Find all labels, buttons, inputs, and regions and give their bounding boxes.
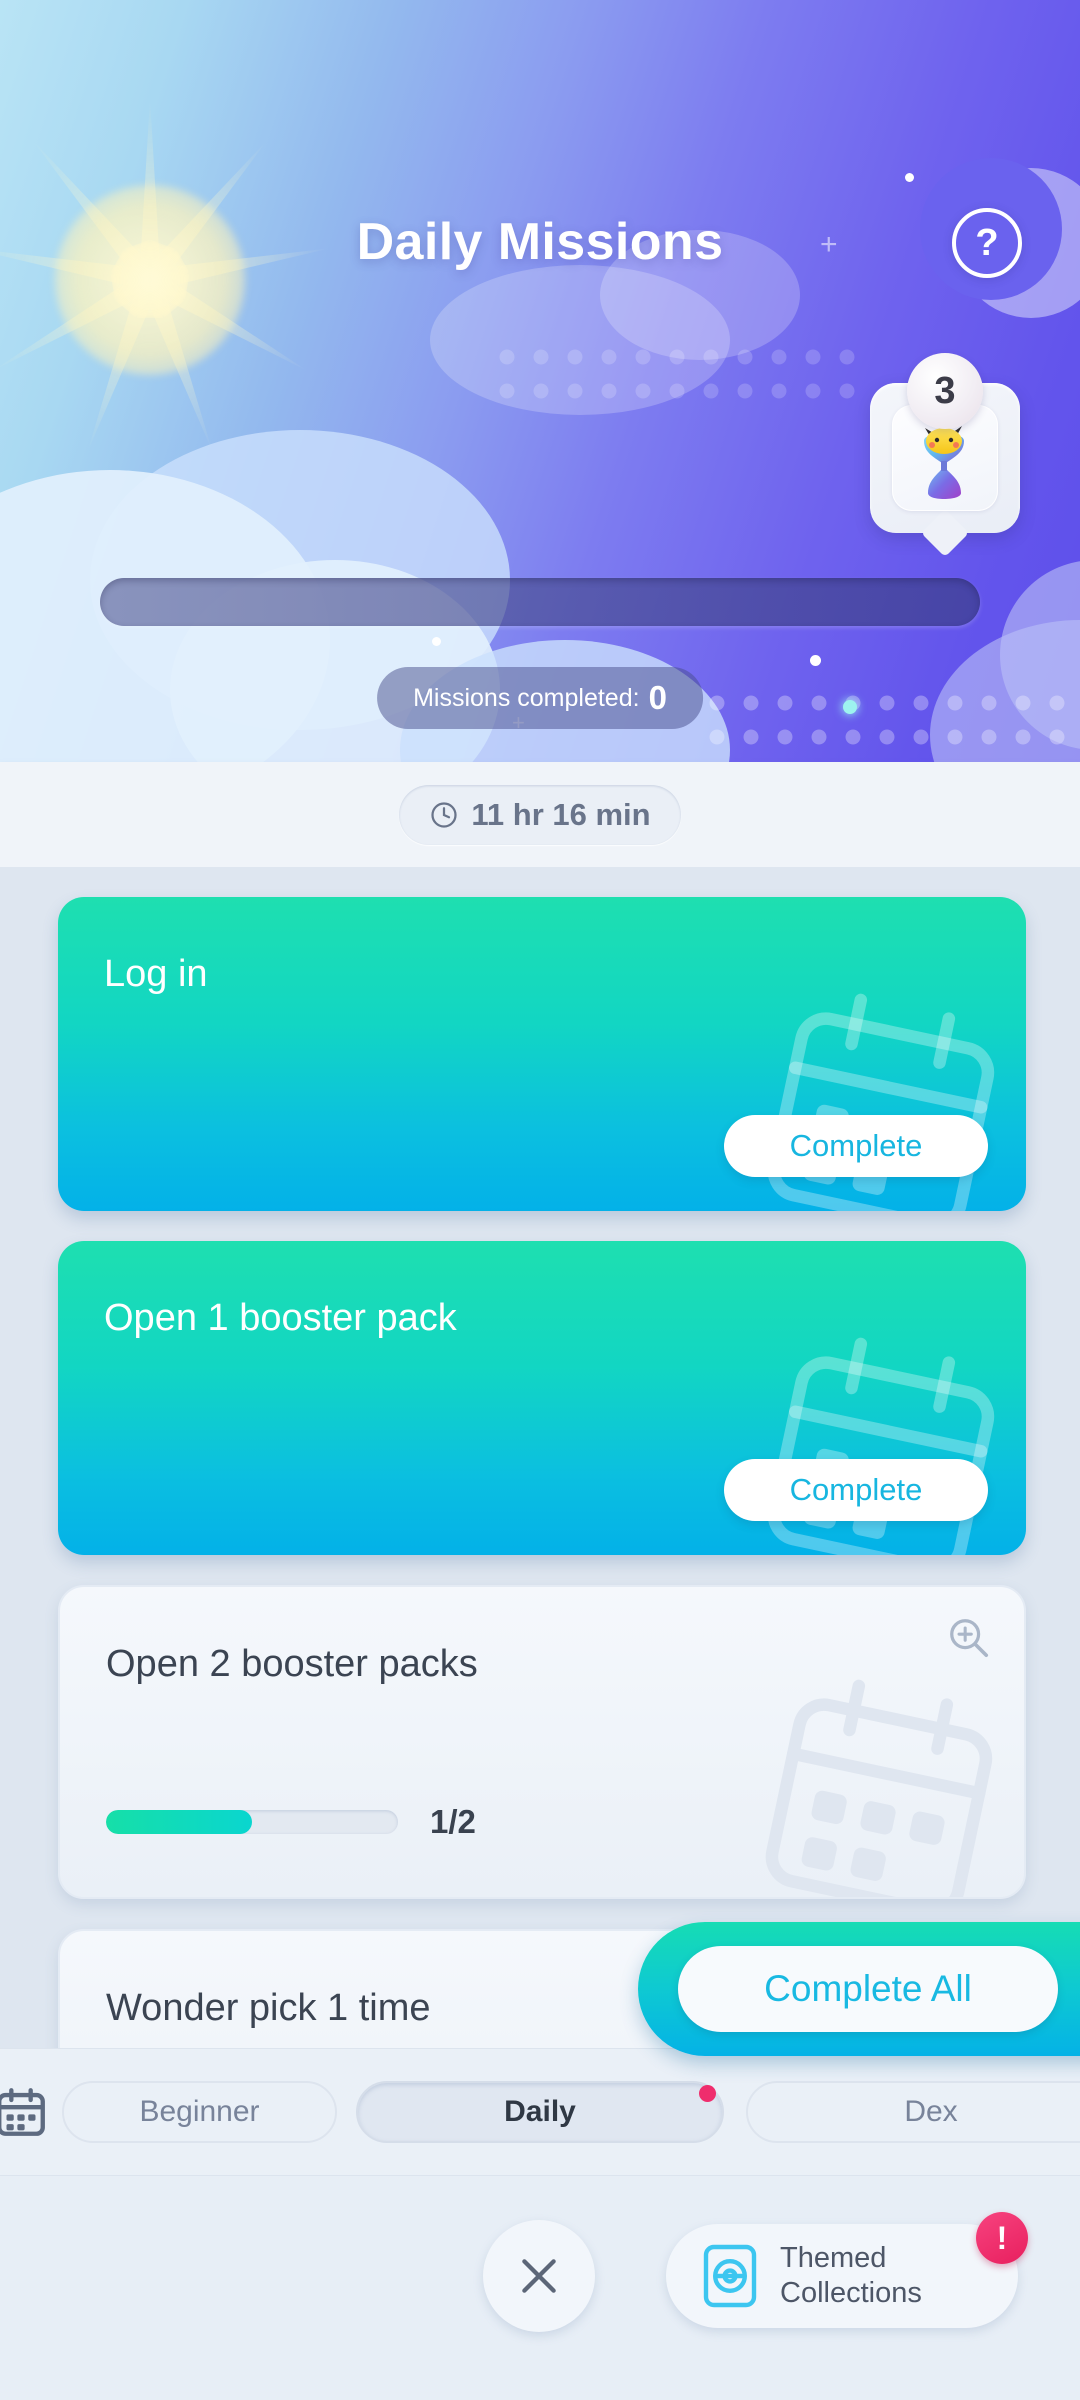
dot-pattern bbox=[700, 686, 1080, 760]
sparkle-decoration bbox=[432, 637, 441, 646]
mission-progress-fill bbox=[106, 1810, 252, 1834]
sparkle-decoration bbox=[905, 173, 914, 182]
mission-complete-button[interactable]: Complete bbox=[724, 1459, 988, 1521]
mission-complete-button[interactable]: Complete bbox=[724, 1115, 988, 1177]
themed-collections-line1: Themed bbox=[780, 2241, 887, 2274]
dot-pattern bbox=[490, 340, 870, 412]
tab-label: Daily bbox=[504, 2095, 576, 2128]
daily-progress-bar bbox=[100, 578, 980, 626]
mission-title: Open 2 booster packs bbox=[106, 1643, 478, 1685]
mission-card[interactable]: Open 1 booster pack Complete bbox=[58, 1241, 1026, 1555]
themed-collections-line2: Collections bbox=[780, 2277, 922, 2309]
question-mark-icon: ? bbox=[975, 221, 999, 264]
mission-title: Open 1 booster pack bbox=[104, 1297, 457, 1339]
mission-title: Log in bbox=[104, 953, 208, 995]
tab-bar[interactable]: Beginner Daily Dex bbox=[0, 2048, 1080, 2176]
close-button[interactable] bbox=[483, 2220, 595, 2332]
header-banner: + + Daily Missions ? 3 bbox=[0, 0, 1080, 762]
complete-all-container[interactable]: Complete All bbox=[638, 1922, 1080, 2056]
mission-card[interactable]: Open 2 booster packs 1/2 bbox=[58, 1585, 1026, 1899]
tab-beginner[interactable]: Beginner bbox=[62, 2081, 337, 2143]
mission-card[interactable]: Log in Complete bbox=[58, 897, 1026, 1211]
reset-timer-chip: 11 hr 16 min bbox=[399, 784, 681, 845]
sparkle-decoration bbox=[843, 700, 857, 714]
timer-label: 11 hr 16 min bbox=[471, 796, 651, 832]
calendar-icon bbox=[765, 1679, 993, 1897]
tab-daily[interactable]: Daily bbox=[356, 2081, 724, 2143]
clock-icon bbox=[431, 801, 458, 828]
tab-notification-dot bbox=[699, 2085, 716, 2102]
bottom-bar: Themed Collections ! bbox=[0, 2176, 1080, 2400]
mission-title: Wonder pick 1 time bbox=[106, 1987, 431, 2029]
missions-completed-pill: Missions completed: 0 bbox=[377, 667, 703, 729]
themed-collections-label: Themed Collections bbox=[780, 2241, 922, 2312]
alert-badge: ! bbox=[976, 2212, 1028, 2264]
tab-label: Dex bbox=[904, 2095, 958, 2128]
sun-icon bbox=[0, 70, 360, 490]
close-x-icon bbox=[522, 2259, 556, 2293]
page-title: Daily Missions bbox=[356, 213, 724, 271]
help-button[interactable]: ? bbox=[952, 208, 1022, 278]
missions-completed-label: Missions completed: bbox=[413, 683, 640, 712]
timer-row: 11 hr 16 min bbox=[0, 762, 1080, 867]
tab-dex[interactable]: Dex bbox=[746, 2081, 1080, 2143]
magnifier-plus-icon[interactable] bbox=[946, 1615, 992, 1661]
missions-completed-value: 0 bbox=[648, 679, 667, 716]
sparkle-decoration bbox=[810, 655, 821, 666]
daily-missions-screen: + + Daily Missions ? 3 bbox=[0, 0, 1080, 2400]
cloud-decoration bbox=[930, 620, 1080, 762]
mission-list[interactable]: Log in Complete Open 1 booster pack Comp… bbox=[0, 867, 1080, 2048]
cloud-decoration bbox=[1000, 560, 1080, 750]
complete-all-button[interactable]: Complete All bbox=[678, 1946, 1058, 2032]
item-badge[interactable]: 3 bbox=[870, 353, 1020, 533]
mission-progress: 1/2 bbox=[106, 1803, 476, 1841]
cloud-decoration bbox=[430, 265, 730, 415]
pokeball-card-icon bbox=[703, 2244, 757, 2308]
calendar-icon[interactable] bbox=[0, 2083, 50, 2141]
item-count-badge: 3 bbox=[907, 353, 983, 429]
mission-progress-track bbox=[106, 1810, 398, 1834]
themed-collections-button[interactable]: Themed Collections ! bbox=[666, 2212, 1028, 2328]
mission-progress-label: 1/2 bbox=[430, 1803, 476, 1840]
tab-label: Beginner bbox=[139, 2095, 260, 2128]
